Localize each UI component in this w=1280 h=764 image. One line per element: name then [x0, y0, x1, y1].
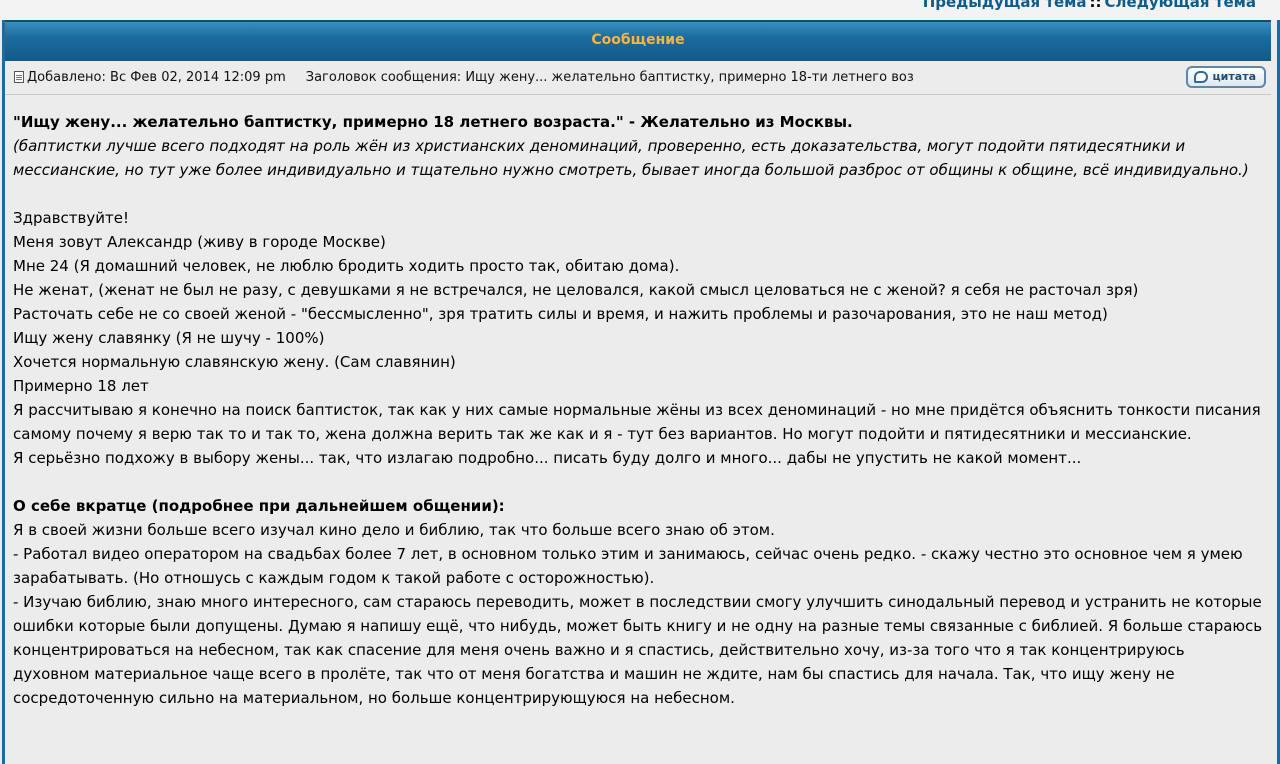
post-line: Здравствуйте!: [13, 209, 129, 227]
post-heading: "Ищу жену... желательно баптистку, приме…: [13, 113, 853, 131]
next-topic-link[interactable]: Следующая тема: [1105, 0, 1256, 11]
post-icon: [14, 71, 24, 83]
about-line: Я в своей жизни больше всего изучал кино…: [13, 521, 775, 539]
about-line: - Работал видео оператором на свадьбах б…: [13, 545, 1243, 587]
quote-bubble-icon: [1194, 71, 1208, 83]
post-line: Расточать себе не со своей женой - "бесс…: [13, 305, 1108, 323]
about-heading: О себе вкратце (подробнее при дальнейшем…: [13, 497, 505, 515]
nav-separator: ::: [1089, 0, 1102, 11]
post-meta-text: Добавлено: Вс Фев 02, 2014 12:09 pm Загол…: [27, 70, 914, 85]
post-subject: Ищу жену... желательно баптистку, пример…: [465, 70, 914, 85]
post-header-bar: Сообщение: [5, 20, 1271, 61]
subject-label: Заголовок сообщения:: [305, 70, 462, 85]
post-line: Я серьёзно подхожу в выбору жены... так,…: [13, 449, 1082, 467]
post-line: Хочется нормальную славянскую жену. (Сам…: [13, 353, 456, 371]
post-note: (баптистки лучше всего подходят на роль …: [13, 137, 1249, 179]
post-line: Меня зовут Александр (живу в городе Моск…: [13, 233, 386, 251]
post-header-title: Сообщение: [591, 32, 685, 48]
post-body: "Ищу жену... желательно баптистку, приме…: [13, 110, 1263, 710]
post-line: Я рассчитываю я конечно на поиск баптист…: [13, 401, 1261, 443]
post-line: Не женат, (женат не был не разу, с девуш…: [13, 281, 1139, 299]
about-line: - Изучаю библию, знаю много интересного,…: [13, 593, 1263, 707]
post-line: Примерно 18 лет: [13, 377, 149, 395]
quote-button[interactable]: цитата: [1186, 66, 1266, 88]
post-date: Добавлено: Вс Фев 02, 2014 12:09 pm: [27, 70, 286, 85]
quote-button-label: цитата: [1212, 70, 1256, 83]
topic-navigation: Предыдущая тема:: Следующая тема: [0, 0, 1280, 20]
post-meta-row: Добавлено: Вс Фев 02, 2014 12:09 pm Загол…: [5, 62, 1271, 95]
post-line: Ищу жену славянку (Я не шучу - 100%): [13, 329, 325, 347]
topic-nav-links: Предыдущая тема:: Следующая тема: [923, 0, 1256, 11]
prev-topic-link[interactable]: Предыдущая тема: [923, 0, 1087, 11]
post-line: Мне 24 (Я домашний человек, не люблю бро…: [13, 257, 680, 275]
